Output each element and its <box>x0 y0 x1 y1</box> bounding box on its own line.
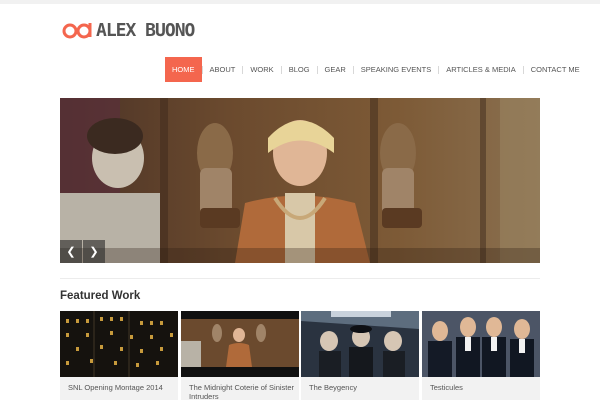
work-title: SNL Opening Montage 2014 <box>68 383 163 392</box>
nav-item-work[interactable]: WORK <box>243 57 280 82</box>
nav-item-speaking-events[interactable]: SPEAKING EVENTS <box>354 57 438 82</box>
work-thumbnail <box>60 311 178 377</box>
featured-work-card[interactable]: Testicules <box>422 311 540 400</box>
top-bar <box>0 0 600 4</box>
logo-text: ALEX BUONO <box>96 20 195 41</box>
nav-item-about[interactable]: ABOUT <box>203 57 243 82</box>
nav-item-home[interactable]: HOME <box>165 57 202 82</box>
work-thumbnail <box>301 311 419 377</box>
nav-item-blog[interactable]: BLOG <box>282 57 317 82</box>
work-title: Testicules <box>430 383 463 392</box>
featured-work-heading: Featured Work <box>60 290 141 302</box>
logo-mark-icon <box>62 23 92 39</box>
featured-work-card[interactable]: The Beygency <box>301 311 419 400</box>
main-nav: HOME ABOUT WORK BLOG GEAR SPEAKING EVENT… <box>165 57 587 82</box>
nav-item-gear[interactable]: GEAR <box>318 57 353 82</box>
nav-item-contact-me[interactable]: CONTACT ME <box>524 57 587 82</box>
work-title: The Midnight Coterie of Sinister Intrude… <box>189 383 295 400</box>
work-thumbnail <box>181 311 299 377</box>
hero-slide-image <box>60 98 540 263</box>
work-thumbnail <box>422 311 540 377</box>
slider-next-button[interactable]: ❯ <box>83 240 105 263</box>
featured-work-card[interactable]: The Midnight Coterie of Sinister Intrude… <box>181 311 299 400</box>
site-logo[interactable]: ALEX BUONO <box>62 20 195 42</box>
section-divider <box>60 278 540 279</box>
hero-slider[interactable] <box>60 98 540 263</box>
featured-work-card[interactable]: SNL Opening Montage 2014 <box>60 311 178 400</box>
chevron-left-icon: ❮ <box>66 246 76 258</box>
featured-work-grid: SNL Opening Montage 2014 The Midnight Co… <box>60 311 540 400</box>
slider-prev-button[interactable]: ❮ <box>60 240 82 263</box>
nav-item-articles-media[interactable]: ARTICLES & MEDIA <box>439 57 522 82</box>
chevron-right-icon: ❯ <box>89 246 99 258</box>
work-title: The Beygency <box>309 383 357 392</box>
